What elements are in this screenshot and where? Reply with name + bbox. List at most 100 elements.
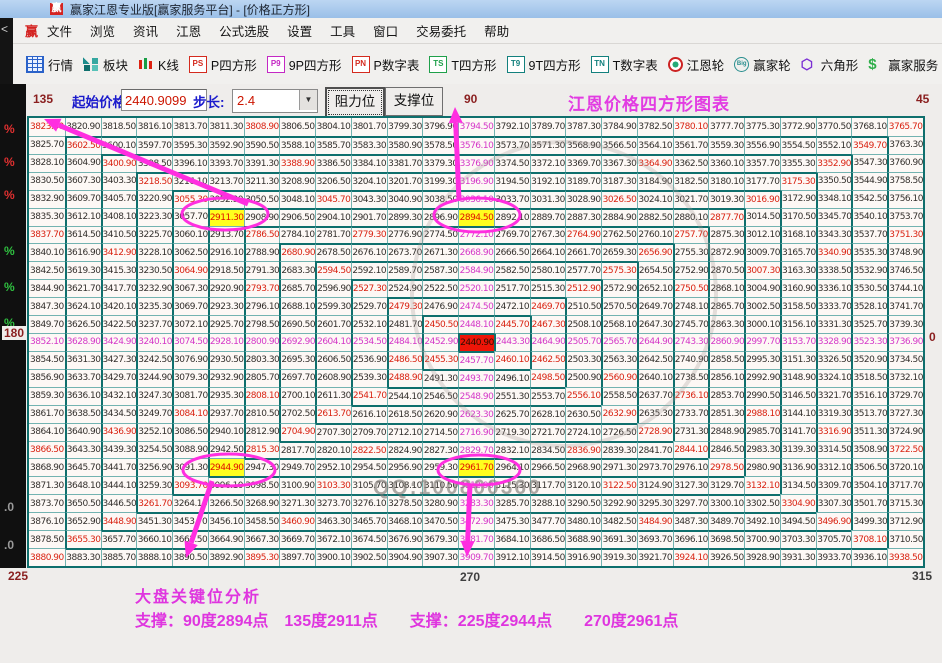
menu-item-公式选股[interactable]: 公式选股 <box>210 21 278 40</box>
menu-item-文件[interactable]: 文件 <box>38 21 81 40</box>
grid-cell: 2949.70 <box>279 458 315 476</box>
resistance-button[interactable]: 阻力位 <box>325 87 385 118</box>
menu-item-江恩[interactable]: 江恩 <box>167 21 210 40</box>
grid-cell: 2865.70 <box>708 297 744 315</box>
blocks-icon <box>83 57 99 72</box>
step-combobox[interactable]: 2.4 ▼ <box>232 89 318 113</box>
grid-cell: 3184.90 <box>637 172 673 190</box>
grid-cell: 2913.70 <box>208 226 244 244</box>
grid-cell: 2476.90 <box>422 297 458 315</box>
grid-cell: 2925.70 <box>208 315 244 333</box>
toolbar-item[interactable]: $赢家服务 <box>868 55 938 74</box>
grid-cell: 2503.30 <box>565 351 601 369</box>
grid-cell: 3511.30 <box>851 423 887 441</box>
grid-cell: 3362.50 <box>673 154 709 172</box>
grid-cell: 3888.10 <box>136 548 172 566</box>
grid-cell: 3127.30 <box>673 476 709 494</box>
grid-cell: 3458.50 <box>244 512 280 530</box>
toolbar-item-label: T四方形 <box>451 55 496 74</box>
toolbar-item[interactable]: 江恩轮 <box>668 55 725 74</box>
toolbar-item[interactable]: PSP四方形 <box>189 55 257 74</box>
grid-cell: 3333.70 <box>816 297 852 315</box>
grid-cell: 3744.10 <box>887 279 923 297</box>
menu-item-窗口[interactable]: 窗口 <box>364 21 407 40</box>
grid-cell: 2599.30 <box>315 297 351 315</box>
grid-cell: 2726.50 <box>601 423 637 441</box>
menu-item-浏览[interactable]: 浏览 <box>81 21 124 40</box>
grid-cell: 3492.10 <box>744 512 780 530</box>
grid-cell: 3252.10 <box>136 423 172 441</box>
chevron-down-icon[interactable]: ▼ <box>299 90 317 110</box>
degree-label-0: 0 <box>929 330 936 344</box>
grid-cell: 3079.30 <box>172 369 208 387</box>
grid-cell: 3499.30 <box>851 512 887 530</box>
grid-cell: 3669.70 <box>279 530 315 548</box>
grid-cell: 3199.30 <box>422 172 458 190</box>
grid-cell: 3060.10 <box>172 226 208 244</box>
grid-cell: 3072.10 <box>172 315 208 333</box>
grid-cell: 3532.90 <box>851 261 887 279</box>
grid-cell: 3326.50 <box>816 351 852 369</box>
grid-cell: 3537.70 <box>851 226 887 244</box>
toolbar-item-label: 赢家服务 <box>888 55 938 74</box>
grid-cell: 3892.90 <box>208 548 244 566</box>
grid-cell: 3112.90 <box>458 476 494 494</box>
toolbar-item[interactable]: T99T四方形 <box>507 55 581 74</box>
grid-cell: 2728.90 <box>637 423 673 441</box>
grid-cell: 3540.10 <box>851 208 887 226</box>
grid-cell: 2973.70 <box>637 458 673 476</box>
window-title: 赢家江恩专业版[赢家服务平台] - [价格正方形] <box>70 1 310 18</box>
toolbar-item[interactable]: TST四方形 <box>429 55 496 74</box>
toolbar-item[interactable]: P99P四方形 <box>267 55 342 74</box>
menu-item-资讯[interactable]: 资讯 <box>124 21 167 40</box>
grid-cell: 2592.10 <box>351 261 387 279</box>
grid-cell: 3208.90 <box>279 172 315 190</box>
menu-item-工具[interactable]: 工具 <box>321 21 364 40</box>
grid-cell: 2560.90 <box>601 369 637 387</box>
grid-cell: 3427.30 <box>101 351 137 369</box>
grid-cell: 3823.30 <box>29 118 65 136</box>
grid-cell: 2647.30 <box>637 315 673 333</box>
sidebar-fragment: .0 <box>4 538 14 552</box>
grid-cell: 3676.90 <box>387 530 423 548</box>
grid-cell: 3367.30 <box>601 154 637 172</box>
grid-cell: 3324.10 <box>816 369 852 387</box>
menu-item-设置[interactable]: 设置 <box>278 21 321 40</box>
grid-cell: 3007.30 <box>744 261 780 279</box>
grid-cell: 3691.30 <box>601 530 637 548</box>
grid-cell: 3158.50 <box>780 297 816 315</box>
grid-cell: 3830.50 <box>29 172 65 190</box>
grid-cell: 3453.70 <box>172 512 208 530</box>
menu-item-交易委托[interactable]: 交易委托 <box>407 21 475 40</box>
grid-cell: 2822.50 <box>351 441 387 459</box>
toolbar-item[interactable]: ⬡六角形 <box>801 55 859 74</box>
grid-cell: 2520.10 <box>458 279 494 297</box>
menu-item-帮助[interactable]: 帮助 <box>475 21 518 40</box>
toolbar-item[interactable]: TNT数字表 <box>591 55 658 74</box>
grid-cell: 2992.90 <box>744 369 780 387</box>
grid-cell: 3568.90 <box>565 136 601 154</box>
toolbar-item[interactable]: Big赢家轮 <box>734 55 791 74</box>
grid-cell: 2904.10 <box>315 208 351 226</box>
toolbar-item[interactable]: 行情 <box>26 55 73 74</box>
grid-cell: 3530.50 <box>851 279 887 297</box>
toolbar-item[interactable]: PNP数字表 <box>352 55 420 74</box>
degree-label-135: 135 <box>33 92 53 106</box>
grid-cell: 2594.50 <box>315 261 351 279</box>
grid-cell: 3552.10 <box>816 136 852 154</box>
grid-cell: 3031.30 <box>530 190 566 208</box>
degree-label-45: 45 <box>916 92 929 106</box>
grid-cell: 2486.50 <box>387 351 423 369</box>
support-button[interactable]: 支撑位 <box>385 87 443 116</box>
grid-cell: 3782.50 <box>637 118 673 136</box>
grid-cell: 3818.50 <box>101 118 137 136</box>
toolbar-item[interactable]: 板块 <box>83 55 128 74</box>
grid-cell: 2985.70 <box>744 423 780 441</box>
grid-cell: 2731.30 <box>673 423 709 441</box>
grid-cell: 3936.10 <box>851 548 887 566</box>
toolbar-item[interactable]: K线 <box>138 55 179 74</box>
grid-cell: 3657.70 <box>101 530 137 548</box>
chart-title: 江恩价格四方形图表 <box>568 90 730 115</box>
grid-cell: 3105.70 <box>351 476 387 494</box>
grid-cell: 3760.90 <box>887 154 923 172</box>
